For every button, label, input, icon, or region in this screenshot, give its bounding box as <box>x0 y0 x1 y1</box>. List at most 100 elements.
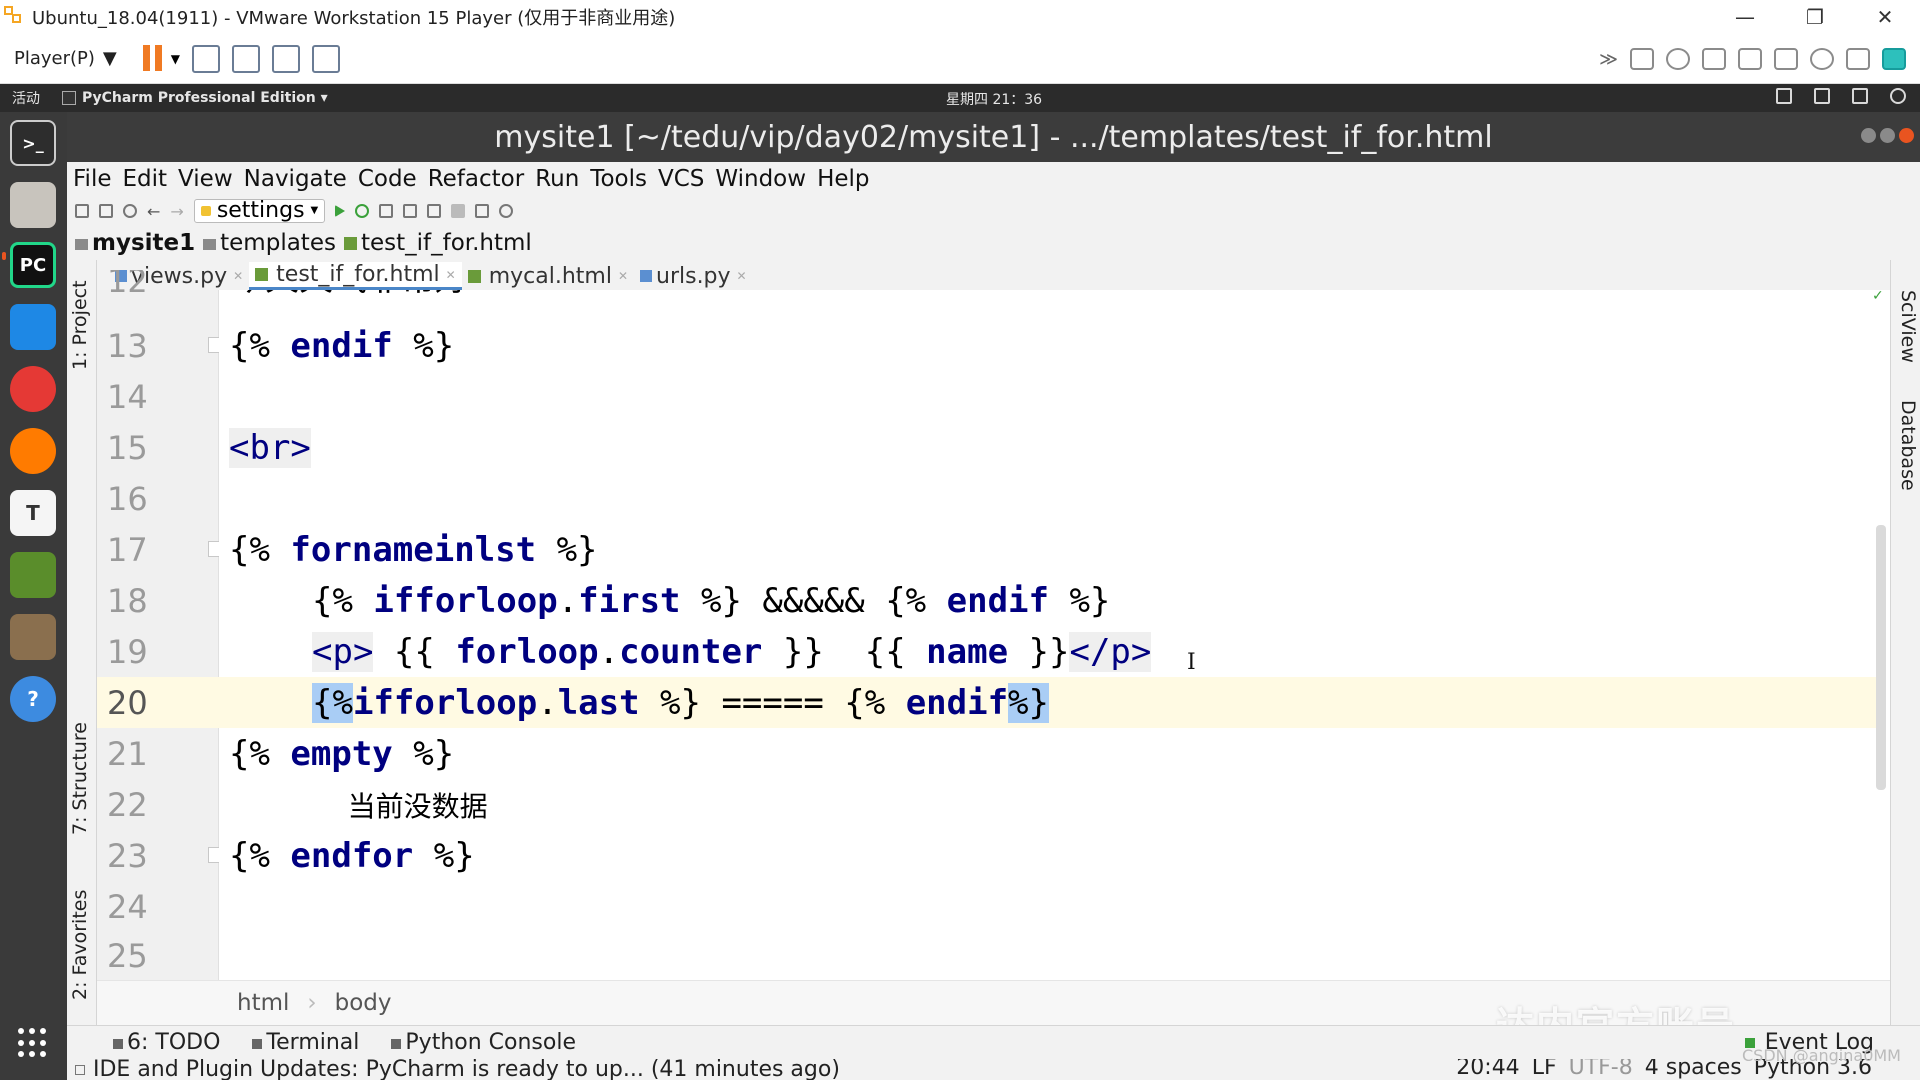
inspection-ok-icon: ✓ <box>1872 288 1884 304</box>
tab-test-if-for-html[interactable]: test_if_for.html ✕ <box>249 262 462 290</box>
run-icon[interactable] <box>335 205 346 217</box>
debug-icon[interactable] <box>355 204 370 218</box>
menu-code[interactable]: Code <box>358 166 417 192</box>
nav-file[interactable]: test_if_for.html <box>343 230 532 256</box>
firefox-icon[interactable] <box>10 428 56 474</box>
close-tab-icon[interactable]: ✕ <box>446 268 456 282</box>
line-number: 22 <box>107 785 148 824</box>
close-tab-icon[interactable]: ✕ <box>233 269 243 283</box>
forward-icon[interactable]: → <box>170 202 183 221</box>
close-tab-icon[interactable]: ✕ <box>737 269 747 283</box>
chrome-icon[interactable] <box>10 366 56 412</box>
maximize-icon[interactable] <box>1880 128 1895 143</box>
power-icon[interactable] <box>1890 88 1906 104</box>
speaker-icon[interactable] <box>1846 48 1870 70</box>
profile-icon[interactable] <box>403 204 418 218</box>
current-code-line: {% if forloop. last %} ===== {% endif %} <box>219 677 1884 728</box>
hard-disk-icon[interactable] <box>1630 48 1654 70</box>
restore-button[interactable]: ❐ <box>1780 0 1850 34</box>
send-ctrl-alt-del-icon[interactable] <box>192 44 220 73</box>
breadcrumb-html[interactable]: html <box>237 990 289 1016</box>
nav-folder[interactable]: templates <box>203 230 336 256</box>
dropdown-arrow-icon: ▼ <box>102 48 117 69</box>
activities-button[interactable]: 活动 <box>12 88 40 108</box>
removable-devices-icon[interactable] <box>232 44 260 73</box>
more-icon[interactable]: ≫ <box>1599 49 1618 70</box>
network-icon[interactable] <box>1702 48 1726 70</box>
tool-tab-database[interactable]: Database <box>1897 400 1919 491</box>
breadcrumb-body[interactable]: body <box>335 990 392 1016</box>
stop-icon[interactable] <box>451 204 466 218</box>
run-config-select[interactable]: settings ▼ <box>193 199 326 223</box>
line-separator[interactable]: LF <box>1532 1059 1557 1080</box>
usb-icon[interactable] <box>1810 48 1834 70</box>
minimize-button[interactable]: — <box>1710 0 1780 34</box>
back-icon[interactable]: ← <box>147 202 160 221</box>
tool-tab-structure[interactable]: 7: Structure <box>69 722 91 835</box>
open-icon[interactable] <box>75 204 89 218</box>
tool-tab-project[interactable]: 1: Project <box>69 280 91 370</box>
menu-run[interactable]: Run <box>535 166 579 192</box>
sound-icon[interactable] <box>1774 48 1798 70</box>
coverage-icon[interactable] <box>379 204 394 218</box>
cd-icon[interactable] <box>1666 48 1690 70</box>
tool-tab-todo[interactable]: 6: TODO <box>113 1030 220 1055</box>
printer-icon[interactable] <box>1738 48 1762 70</box>
menu-tools[interactable]: Tools <box>590 166 647 192</box>
vertical-scrollbar[interactable] <box>1876 525 1886 790</box>
save-icon[interactable] <box>99 204 113 218</box>
menu-edit[interactable]: Edit <box>123 166 168 192</box>
menu-file[interactable]: File <box>73 166 112 192</box>
tool-tab-terminal[interactable]: Terminal <box>252 1030 359 1055</box>
tool-tab-sciview[interactable]: SciView <box>1897 290 1919 363</box>
keyboard-icon[interactable] <box>1814 88 1830 104</box>
close-icon[interactable] <box>1899 128 1914 143</box>
menu-view[interactable]: View <box>178 166 233 192</box>
menu-help[interactable]: Help <box>817 166 869 192</box>
network-icon[interactable] <box>1852 88 1868 104</box>
clock[interactable]: 星期四 21：36 <box>946 89 1042 109</box>
menu-vcs[interactable]: VCS <box>658 166 704 192</box>
tab-urls-py[interactable]: urls.py ✕ <box>634 262 753 290</box>
input-method-icon[interactable] <box>1776 88 1792 104</box>
message-log-icon[interactable] <box>1882 48 1906 70</box>
player-menu[interactable]: Player(P) ▼ <box>14 48 117 69</box>
unity-icon[interactable] <box>312 44 340 73</box>
typora-icon[interactable]: T <box>10 490 56 536</box>
line-number: 15 <box>107 428 148 467</box>
tab-mycal-html[interactable]: mycal.html ✕ <box>462 262 634 290</box>
pause-dropdown-icon[interactable]: ▼ <box>171 52 180 66</box>
nav-project[interactable]: mysite1 <box>75 230 195 256</box>
caret-position[interactable]: 20:44 <box>1456 1059 1519 1080</box>
file-encoding[interactable]: UTF-8 <box>1569 1059 1633 1080</box>
terminal-icon[interactable]: >_ <box>10 120 56 166</box>
vscode-icon[interactable] <box>10 304 56 350</box>
wrench-icon[interactable] <box>475 204 490 218</box>
menu-window[interactable]: Window <box>715 166 806 192</box>
files-icon[interactable] <box>10 182 56 228</box>
sync-icon[interactable] <box>123 204 137 218</box>
indent-setting[interactable]: 4 spaces <box>1645 1059 1742 1080</box>
menu-refactor[interactable]: Refactor <box>428 166 524 192</box>
pause-icon[interactable] <box>142 44 165 73</box>
app-menu[interactable]: PyCharm Professional Edition ▾ <box>62 90 328 106</box>
close-button[interactable]: ✕ <box>1850 0 1920 34</box>
concurrency-icon[interactable] <box>427 204 442 218</box>
fullscreen-icon[interactable] <box>272 44 300 73</box>
status-message[interactable]: IDE and Plugin Updates: PyCharm is ready… <box>93 1059 840 1080</box>
minimize-icon[interactable] <box>1861 128 1876 143</box>
gimp-icon[interactable] <box>10 614 56 660</box>
search-icon[interactable] <box>499 204 514 218</box>
pycharm-icon[interactable]: PC <box>10 242 56 288</box>
show-applications-icon[interactable] <box>18 1028 48 1058</box>
tool-tab-python-console[interactable]: Python Console <box>391 1030 576 1055</box>
book-icon[interactable] <box>10 552 56 598</box>
close-tab-icon[interactable]: ✕ <box>618 269 628 283</box>
tool-tab-favorites[interactable]: 2: Favorites <box>69 890 91 1000</box>
help-icon[interactable]: ? <box>10 676 56 722</box>
menu-navigate[interactable]: Navigate <box>244 166 347 192</box>
code-editor[interactable]: 今天天气非常好 {% endif %} <br> {% for name in … <box>219 290 1884 980</box>
html-file-icon <box>255 268 269 281</box>
